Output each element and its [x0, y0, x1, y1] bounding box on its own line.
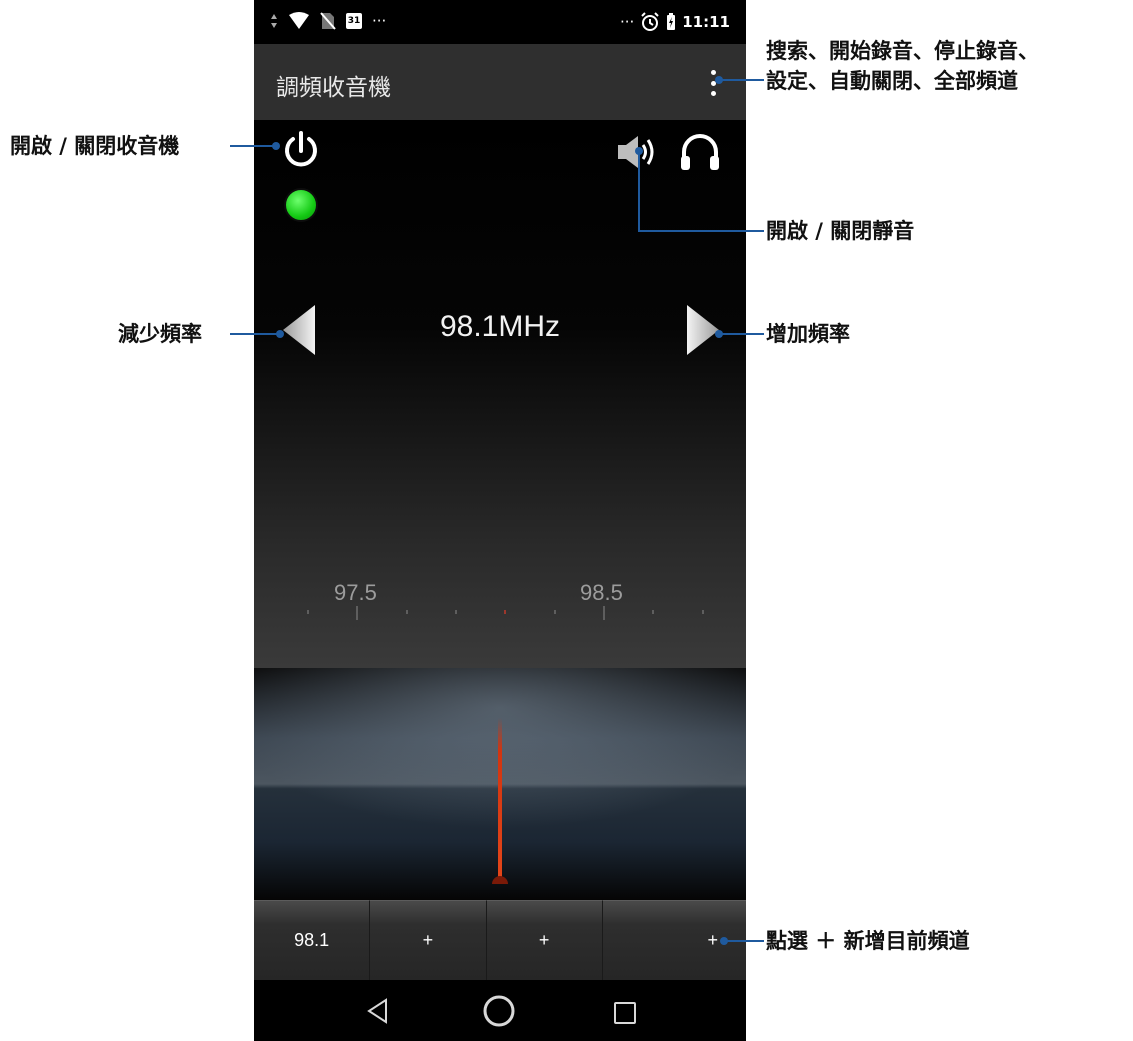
scale-label-low: 97.5	[334, 580, 377, 605]
wifi-icon	[289, 12, 309, 29]
callout-decrease: 減少頻率	[118, 322, 202, 346]
back-icon[interactable]	[366, 998, 390, 1024]
status-bar: 31 ··· ··· 11:11	[254, 0, 746, 44]
phone-screen: 31 ··· ··· 11:11 調頻收音機 98.1MHz 97.5 98.5…	[254, 0, 746, 1041]
scale-label-high: 98.5	[580, 580, 623, 605]
radio-panel: 98.1MHz 97.5 98.5	[254, 120, 746, 668]
current-frequency: 98.1MHz	[439, 310, 561, 343]
more-notifications-indicator: ···	[372, 12, 387, 30]
calendar-icon: 31	[346, 13, 362, 29]
power-status-indicator	[284, 188, 318, 222]
callout-menu-line-2: 設定、自動關閉、全部頻道	[766, 69, 1018, 93]
alarm-icon	[641, 12, 659, 31]
home-icon[interactable]	[482, 994, 516, 1028]
callout-add-preset: 點選 ＋ 新增目前頻道	[766, 929, 970, 953]
battery-charging-icon	[667, 13, 676, 30]
app-bar: 調頻收音機	[254, 44, 746, 120]
callout-menu: 搜索、開始錄音、停止錄音、 設定、自動關閉、全部頻道	[766, 36, 1039, 96]
callout-mute: 開啟 / 關閉靜音	[766, 219, 915, 243]
more-status-indicator: ···	[619, 13, 635, 31]
callout-power: 開啟 / 關閉收音機	[10, 134, 180, 158]
no-sim-icon	[320, 12, 336, 30]
increase-frequency-button[interactable]	[686, 304, 720, 356]
preset-bar: 98.1 + + +	[254, 900, 746, 980]
preset-3-add[interactable]: +	[486, 900, 603, 980]
frequency-scale	[307, 606, 704, 620]
callout-increase: 增加頻率	[766, 322, 850, 346]
more-vertical-icon[interactable]	[706, 70, 720, 96]
preset-2-add[interactable]: +	[370, 900, 487, 980]
headphones-icon	[681, 134, 719, 170]
preset-4-add[interactable]: +	[602, 900, 746, 980]
clock: 11:11	[682, 13, 730, 31]
callout-menu-line-1: 搜索、開始錄音、停止錄音、	[766, 39, 1039, 63]
data-arrows-icon	[271, 14, 277, 28]
navigation-bar	[254, 980, 746, 1041]
recent-apps-icon[interactable]	[614, 1002, 636, 1024]
power-icon[interactable]	[280, 130, 322, 172]
tuning-needle	[498, 718, 502, 882]
preset-1[interactable]: 98.1	[254, 900, 371, 980]
speaker-icon[interactable]	[614, 132, 662, 172]
app-title: 調頻收音機	[276, 75, 391, 101]
